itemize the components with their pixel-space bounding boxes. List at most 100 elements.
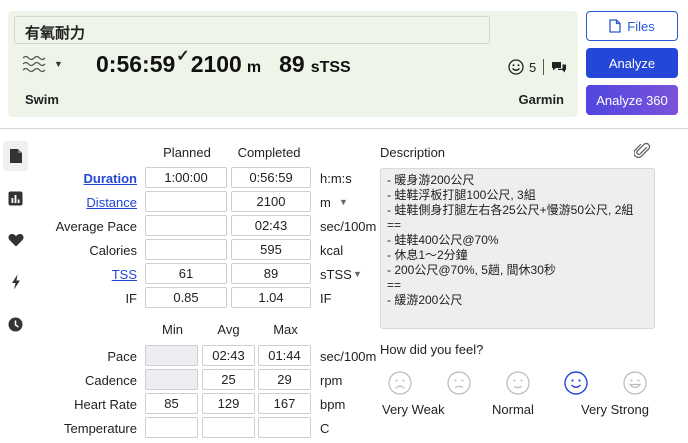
feel-strong-icon[interactable] xyxy=(564,371,588,400)
if-completed-input[interactable]: 1.04 xyxy=(231,287,311,308)
description-label: Description xyxy=(380,145,446,160)
device-name: Garmin xyxy=(518,92,564,107)
clock-icon xyxy=(8,317,23,331)
description-line: == xyxy=(387,218,402,232)
planned-header: Planned xyxy=(163,145,211,160)
min-header: Min xyxy=(162,322,183,337)
average-pace-unit: sec/100m xyxy=(320,219,377,234)
average-pace-completed-input[interactable]: 02:43 xyxy=(231,215,311,236)
swim-icon xyxy=(22,55,46,73)
sidebar-item-history[interactable] xyxy=(3,309,28,339)
sidebar-item-health[interactable] xyxy=(3,225,28,255)
comments-icon[interactable] xyxy=(551,60,567,74)
calories-label: Calories xyxy=(89,243,137,258)
distance-unit-dropdown-icon[interactable]: ▼ xyxy=(339,197,348,207)
cadence-max-input[interactable]: 29 xyxy=(258,369,311,390)
workout-title-input[interactable]: 有氧耐力 xyxy=(14,16,490,44)
heart-rate-min-input[interactable]: 85 xyxy=(145,393,198,414)
file-icon xyxy=(609,19,621,33)
heart-rate-max-input[interactable]: 167 xyxy=(258,393,311,414)
completed-check-icon: ✓ xyxy=(176,48,190,65)
temperature-max-input[interactable] xyxy=(258,417,311,438)
bar-chart-icon xyxy=(8,191,23,205)
tss-planned-input[interactable]: 61 xyxy=(145,263,227,284)
if-unit: IF xyxy=(320,291,332,306)
duration-unit: h:m:s xyxy=(320,171,352,186)
sport-type-selector[interactable]: ▼ xyxy=(22,54,63,74)
feel-label-very-strong: Very Strong xyxy=(581,402,649,417)
temperature-label: Temperature xyxy=(64,421,137,436)
description-line: - 蛙鞋浮板打腿100公尺, 3組 xyxy=(387,188,536,202)
pace-label: Pace xyxy=(107,349,137,364)
smiley-face-icon[interactable] xyxy=(508,59,524,75)
sidebar-item-charts[interactable] xyxy=(3,183,28,213)
description-line: - 蛙鞋400公尺@70% xyxy=(387,233,499,247)
lightning-icon xyxy=(11,274,20,290)
cadence-label: Cadence xyxy=(84,373,137,388)
feel-very-weak-icon[interactable] xyxy=(388,371,412,400)
sidebar-item-power[interactable] xyxy=(3,267,28,297)
tss-unit: sTSS xyxy=(320,267,352,282)
summary-distance: 2100 xyxy=(190,51,242,77)
divider xyxy=(543,59,545,75)
average-pace-label: Average Pace xyxy=(55,219,137,234)
calories-completed-input[interactable]: 595 xyxy=(231,239,311,260)
max-header: Max xyxy=(273,322,298,337)
description-textarea[interactable]: - 暖身游200公尺 - 蛙鞋浮板打腿100公尺, 3組 - 蛙鞋側身打腿左右各… xyxy=(380,168,655,329)
distance-label[interactable]: Distance xyxy=(86,195,137,210)
summary-stss: 89 xyxy=(279,51,305,77)
analyze-360-button[interactable]: Analyze 360 xyxy=(586,85,678,115)
cadence-unit: rpm xyxy=(320,373,343,388)
tss-unit-dropdown-icon[interactable]: ▼ xyxy=(353,269,362,279)
calories-planned-input[interactable] xyxy=(145,239,227,260)
tss-completed-input[interactable]: 89 xyxy=(231,263,311,284)
temperature-avg-input[interactable] xyxy=(202,417,255,438)
distance-planned-input[interactable] xyxy=(145,191,227,212)
description-line: - 休息1～2分鐘 xyxy=(387,248,468,262)
files-button[interactable]: Files xyxy=(586,11,678,41)
duration-label[interactable]: Duration xyxy=(84,171,137,186)
feel-question: How did you feel? xyxy=(380,342,484,357)
description-line: - 蛙鞋側身打腿左右各25公尺+慢游50公尺, 2組 xyxy=(387,203,634,217)
description-line: - 200公尺@70%, 5趟, 間休30秒 xyxy=(387,263,556,277)
summary-stss-unit: sTSS xyxy=(310,59,351,76)
completed-header: Completed xyxy=(237,145,301,160)
feel-weak-icon[interactable] xyxy=(447,371,471,400)
workout-summary-header: 有氧耐力 ▼ 0:56:59 ✓ 2100 m 89 sTSS 5 Swim G… xyxy=(8,11,578,117)
heart-icon xyxy=(7,234,24,247)
feel-very-strong-icon[interactable] xyxy=(623,371,647,400)
feel-label-very-weak: Very Weak xyxy=(382,402,445,417)
temperature-min-input[interactable] xyxy=(145,417,198,438)
feel-comments-area: 5 xyxy=(508,59,567,75)
description-line: - 暖身游200公尺 xyxy=(387,173,475,187)
calories-unit: kcal xyxy=(320,243,344,258)
feel-normal-icon[interactable] xyxy=(506,371,530,400)
files-button-label: Files xyxy=(627,18,655,34)
if-planned-input[interactable]: 0.85 xyxy=(145,287,227,308)
tss-label[interactable]: TSS xyxy=(112,267,137,282)
avg-header: Avg xyxy=(217,322,240,337)
sidebar-item-summary[interactable] xyxy=(3,141,28,171)
duration-completed-input[interactable]: 0:56:59 xyxy=(231,167,311,188)
analyze-360-button-label: Analyze 360 xyxy=(596,92,668,108)
average-pace-planned-input[interactable] xyxy=(145,215,227,236)
cadence-avg-input[interactable]: 25 xyxy=(202,369,255,390)
analyze-button[interactable]: Analyze xyxy=(586,48,678,78)
heart-rate-unit: bpm xyxy=(320,397,346,412)
heart-rate-avg-input[interactable]: 129 xyxy=(202,393,255,414)
distance-completed-input[interactable]: 2100 xyxy=(231,191,311,212)
pace-min-input xyxy=(145,345,198,366)
duration-planned-input[interactable]: 1:00:00 xyxy=(145,167,227,188)
attachment-icon[interactable] xyxy=(633,142,652,165)
description-line: - 緩游200公尺 xyxy=(387,293,463,307)
pace-avg-input[interactable]: 02:43 xyxy=(202,345,255,366)
sport-name: Swim xyxy=(25,92,59,107)
cadence-min-input xyxy=(145,369,198,390)
feel-label-normal: Normal xyxy=(492,402,534,417)
summary-duration: 0:56:59 xyxy=(96,51,176,77)
description-line: == xyxy=(387,278,402,292)
workout-page: 有氧耐力 ▼ 0:56:59 ✓ 2100 m 89 sTSS 5 Swim G… xyxy=(0,0,688,443)
pace-max-input[interactable]: 01:44 xyxy=(258,345,311,366)
section-divider xyxy=(0,128,688,129)
chevron-down-icon: ▼ xyxy=(54,59,63,69)
